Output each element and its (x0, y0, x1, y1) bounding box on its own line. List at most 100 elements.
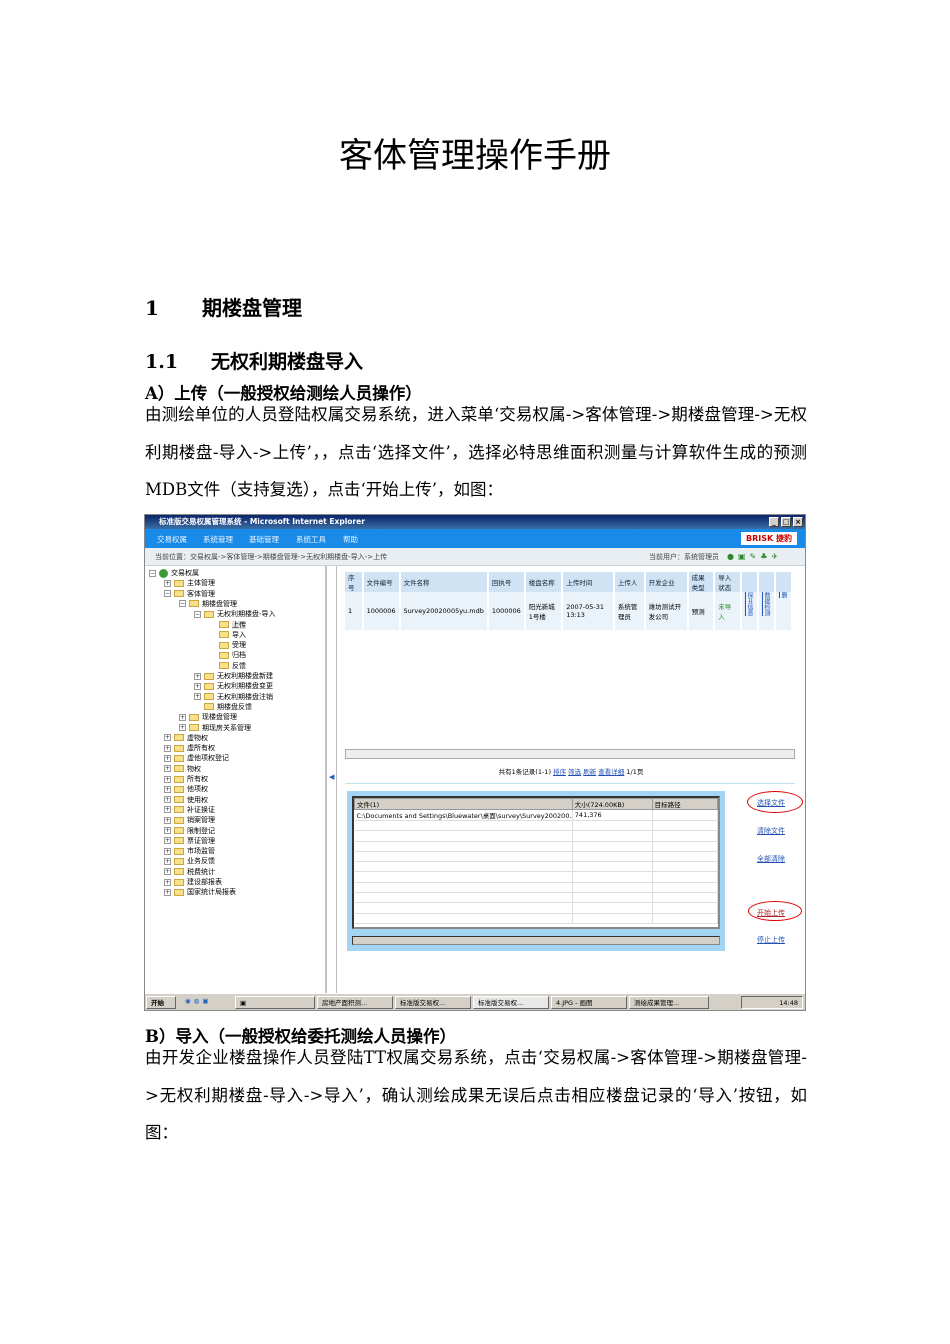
menu-tools[interactable]: 系统工具 (296, 534, 326, 545)
close-button[interactable]: × (793, 517, 803, 527)
taskbar-item-active[interactable]: 标准版交易权... (473, 996, 549, 1009)
table-cell[interactable]: 删 (774, 592, 794, 630)
expand-toggle-icon[interactable]: + (164, 734, 171, 742)
expand-toggle-icon[interactable]: + (164, 806, 171, 814)
tree-item[interactable]: 反馈 (209, 661, 246, 671)
tree-item[interactable]: + 国家统计局报表 (164, 887, 236, 897)
expand-toggle-icon[interactable]: + (164, 868, 171, 876)
menu-help[interactable]: 帮助 (343, 534, 358, 545)
tree-item[interactable]: + 票证管理 (164, 836, 215, 846)
folder-icon (174, 816, 184, 824)
minimize-button[interactable]: _ (769, 517, 779, 527)
expand-toggle-icon[interactable]: + (164, 847, 171, 855)
expand-toggle-icon[interactable]: − (149, 569, 156, 577)
expand-toggle-icon[interactable]: + (164, 878, 171, 886)
column-header (740, 572, 759, 592)
tree-item[interactable]: + 他项权 (164, 784, 208, 794)
expand-toggle-icon[interactable]: + (194, 682, 201, 690)
splitter[interactable]: ◀ (327, 566, 337, 993)
taskbar-item[interactable]: ▣ (235, 996, 315, 1009)
expand-toggle-icon[interactable]: + (164, 816, 171, 824)
expand-toggle-icon[interactable]: + (164, 888, 171, 896)
tree-item[interactable]: 期楼盘反馈 (194, 702, 252, 712)
taskbar-item[interactable]: 房地产面积测... (317, 996, 393, 1009)
expand-toggle-icon[interactable]: + (164, 837, 171, 845)
tree-item[interactable]: + 无权利期楼盘变更 (194, 681, 273, 691)
expand-toggle-icon[interactable]: + (164, 785, 171, 793)
expand-toggle-icon[interactable]: + (164, 796, 171, 804)
filter-link[interactable]: 筛选 (568, 768, 581, 776)
taskbar-item[interactable]: 测绘成果管理... (629, 996, 709, 1009)
tree-item[interactable]: + 无权利期楼盘新建 (194, 671, 273, 681)
table-row[interactable]: 1 1000006 Survey20020005yu.mdb 1000006 阳光新城1… (345, 592, 794, 630)
maximize-button[interactable]: □ (781, 517, 791, 527)
expand-toggle-icon[interactable]: − (164, 590, 171, 598)
file-row[interactable]: C:\Documents and Settings\Bluewater\桌面\s… (354, 809, 719, 821)
tree-item[interactable]: + 使用权 (164, 795, 208, 805)
tree-item[interactable]: − 交易权属 (149, 568, 199, 578)
file-column-header[interactable]: 目标路径 (651, 798, 719, 810)
stop-upload-link[interactable]: 停止上传 (757, 935, 785, 945)
tree-item[interactable]: + 限制登记 (164, 826, 215, 836)
expand-toggle-icon[interactable]: − (194, 610, 201, 618)
section-heading-1-1: 1.1 无权利期楼盘导入 (145, 347, 363, 374)
taskbar-item[interactable]: 4.JPG - 画图 (551, 996, 627, 1009)
table-cell[interactable]: 探표信息 (740, 592, 759, 630)
file-column-header[interactable]: 文件(1) (354, 798, 573, 810)
folder-icon (204, 693, 214, 701)
tree-item[interactable]: − 期楼盘管理 (179, 599, 237, 609)
expand-toggle-icon[interactable]: + (164, 857, 171, 865)
tree-item[interactable]: − 无权利期楼盘-导入 (194, 609, 276, 619)
expand-toggle-icon[interactable]: + (194, 693, 201, 701)
collapse-arrow-icon[interactable]: ◀ (329, 773, 334, 781)
refresh-link[interactable]: 刷新 (583, 768, 596, 776)
expand-toggle-icon[interactable]: + (179, 713, 186, 721)
tree-item[interactable]: 导入 (209, 630, 246, 640)
taskbar-item[interactable]: 标准版交易权... (395, 996, 471, 1009)
tree-item[interactable]: + 物权 (164, 764, 201, 774)
tree-item[interactable]: + 市场监管 (164, 846, 215, 856)
tree-item[interactable]: + 销案管理 (164, 815, 215, 825)
menu-basic[interactable]: 基础管理 (249, 534, 279, 545)
tree-item[interactable]: + 虚物权 (164, 733, 208, 743)
start-button[interactable]: 开始 (146, 996, 176, 1009)
expand-toggle-icon[interactable]: − (179, 600, 186, 608)
tree-item[interactable]: + 无权利期楼盘注销 (194, 692, 273, 702)
tree-item[interactable]: 受理 (209, 640, 246, 650)
sort-link[interactable]: 排序 (553, 768, 566, 776)
tree-item[interactable]: + 建设部报表 (164, 877, 222, 887)
tree-item[interactable]: 上传 (209, 620, 246, 630)
quick-launch-icons[interactable]: ◉◍▣ (185, 997, 212, 1005)
file-list[interactable]: 文件(1) 大小(724.00KB) 目标路径 C:\Documents and Se… (352, 796, 720, 929)
tree-item[interactable]: + 现楼盘管理 (179, 712, 237, 722)
expand-toggle-icon[interactable]: + (194, 672, 201, 680)
table-cell[interactable]: 数据检测 (757, 592, 776, 630)
menu-trade[interactable]: 交易权属 (157, 534, 187, 545)
menu-system[interactable]: 系统管理 (203, 534, 233, 545)
tree-item[interactable]: + 虚他项权登记 (164, 753, 229, 763)
section-heading-1: 1 期楼盘管理 (145, 292, 302, 321)
expand-toggle-icon[interactable]: + (164, 744, 171, 752)
clear-file-link[interactable]: 清除文件 (757, 826, 785, 836)
horizontal-scrollbar[interactable] (345, 749, 795, 759)
clear-all-link[interactable]: 全部清除 (757, 854, 785, 864)
tree-item[interactable]: + 虚所有权 (164, 743, 215, 753)
tree-item[interactable]: + 所有权 (164, 774, 208, 784)
expand-toggle-icon[interactable]: + (164, 775, 171, 783)
expand-toggle-icon[interactable]: + (179, 724, 186, 731)
expand-toggle-icon[interactable]: + (164, 754, 171, 762)
expand-toggle-icon[interactable]: + (164, 765, 171, 773)
tree-item[interactable]: − 客体管理 (164, 589, 215, 599)
expand-toggle-icon[interactable]: + (164, 579, 171, 587)
tree-item[interactable]: + 税费统计 (164, 867, 215, 877)
tree-item[interactable]: + 期现房关系管理 (179, 723, 251, 733)
expand-toggle-icon[interactable]: + (164, 827, 171, 834)
table-cell: 1 (345, 592, 364, 630)
view-detail-link[interactable]: 查看详细 (598, 768, 624, 776)
tree-item[interactable]: 归档 (209, 650, 246, 660)
tree-item[interactable]: + 业务反馈 (164, 856, 215, 866)
toolbar-icons[interactable]: ●▣✎♣✈ (727, 552, 797, 562)
tree-item[interactable]: + 主体管理 (164, 578, 215, 588)
file-column-header[interactable]: 大小(724.00KB) (571, 798, 653, 810)
tree-item[interactable]: + 补证换证 (164, 805, 215, 815)
